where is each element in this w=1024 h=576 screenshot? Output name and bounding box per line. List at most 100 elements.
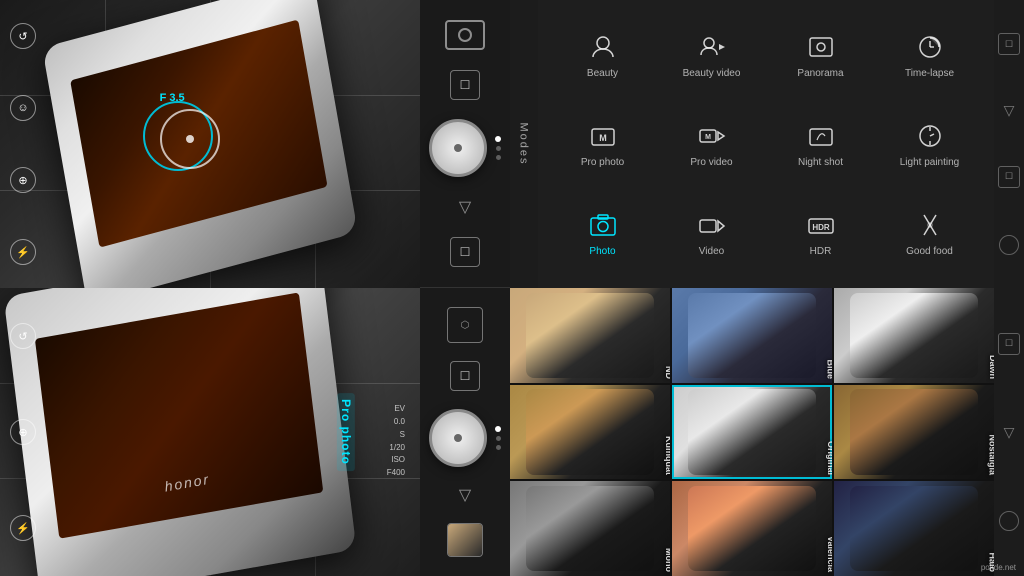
modes-label-bar: Modes — [510, 0, 538, 288]
exposure-info: EV 0.0 S 1/20 ISO F400 — [387, 403, 405, 480]
filter-blue[interactable]: Blue — [672, 288, 832, 383]
mode-beauty[interactable]: Beauty — [548, 10, 657, 99]
modes-grid: Beauty Beauty video Panorama — [538, 0, 994, 288]
iso-label: ISO — [387, 454, 405, 467]
middle-bottom: ⬡ ☐ ▽ — [420, 288, 510, 576]
filter-nostalgia-label: Nostalgia — [988, 435, 994, 476]
timelapse-label: Time-lapse — [905, 68, 954, 79]
filter-nostalgia[interactable]: Nostalgia — [834, 385, 994, 480]
modes-section: Modes Beauty Beauty video — [510, 0, 1024, 288]
triangle-nav-bottom[interactable]: ▽ — [459, 485, 471, 505]
photo-label: Photo — [589, 246, 615, 257]
watermark: pokde.net — [981, 563, 1016, 572]
filter-dawn[interactable]: Dawn — [834, 288, 994, 383]
iso-value: F400 — [387, 467, 405, 480]
modes-right-controls: ☐ ▽ ☐ — [994, 0, 1024, 288]
mode-pro-video[interactable]: M Pro video — [657, 99, 766, 188]
ev-label: EV — [387, 403, 405, 416]
beauty-icon — [587, 31, 619, 63]
filter-icon[interactable]: ⊕ — [10, 419, 36, 445]
main-container: F 3.5 ↺ ☺ ⊕ ⚡ honor — [0, 0, 1024, 576]
middle-panel: ☐ ▽ ☐ ⬡ ☐ — [420, 0, 510, 576]
video-label: Video — [699, 246, 724, 257]
filter-original-label: Original — [826, 441, 832, 475]
mode-timelapse[interactable]: Time-lapse — [875, 10, 984, 99]
filter-kumquat[interactable]: Kumquat — [510, 385, 670, 480]
circle-ctrl[interactable] — [999, 235, 1019, 255]
flash-icon[interactable]: ⚡ — [10, 239, 36, 265]
filters-right-controls: ☐ ▽ — [994, 288, 1024, 576]
filter-blue-label: Blue — [826, 359, 832, 379]
switch-cam-icon[interactable]: ⬡ — [447, 307, 483, 343]
beauty-video-label: Beauty video — [683, 68, 741, 79]
circle-ctrl-bottom[interactable] — [999, 511, 1019, 531]
hdr-icon: HDR — [805, 209, 837, 241]
mode-light-painting[interactable]: Light painting — [875, 99, 984, 188]
filter-valencia[interactable]: Valencia — [672, 481, 832, 576]
pro-video-label: Pro video — [690, 157, 732, 168]
pro-photo-label-mode: Pro photo — [581, 157, 624, 168]
face-icon[interactable]: ☺ — [10, 95, 36, 121]
night-shot-icon — [805, 120, 837, 152]
triangle-nav-top[interactable]: ▽ — [459, 197, 471, 217]
pro-photo-icon: M — [587, 120, 619, 152]
left-icons-top: ↺ ☺ ⊕ ⚡ — [8, 0, 38, 288]
triangle-right-top[interactable]: ▽ — [1004, 102, 1015, 119]
filter-halo[interactable]: Halo — [834, 481, 994, 576]
hdr-label: HDR — [810, 246, 832, 257]
left-icons-bottom: ↺ ⊕ ⚡ — [8, 288, 38, 576]
filter-nd[interactable]: ND — [510, 288, 670, 383]
light-painting-label: Light painting — [900, 157, 960, 168]
mode-photo[interactable]: Photo — [548, 189, 657, 278]
mode-beauty-video[interactable]: Beauty video — [657, 10, 766, 99]
modes-label: Modes — [518, 122, 530, 165]
s-value: 1/20 — [387, 442, 405, 455]
mode-dots-2 — [495, 426, 501, 450]
timelapse-icon — [914, 31, 946, 63]
square-ctrl-bottom[interactable]: ☐ — [450, 361, 480, 391]
viewfinder-bottom[interactable]: honor Pro photo EV 0.0 S 1/20 ISO F400 ↺… — [0, 288, 420, 576]
middle-top: ☐ ▽ ☐ — [420, 0, 510, 288]
camera-switch-icon[interactable] — [445, 20, 485, 50]
fstop-label: F 3.5 — [160, 92, 185, 104]
filter-kumquat-label: Kumquat — [664, 436, 670, 475]
mode-hdr[interactable]: HDR HDR — [766, 189, 875, 278]
thumbnail-btn[interactable] — [447, 523, 483, 557]
filter-dawn-label: Dawn — [988, 355, 994, 379]
square-ctrl-mid[interactable]: ☐ — [450, 237, 480, 267]
flip-icon[interactable]: ↺ — [10, 323, 36, 349]
phone-image-bottom: honor — [4, 288, 357, 576]
good-food-icon — [914, 209, 946, 241]
filter-mono-label: Mono — [664, 548, 670, 572]
filter-mono[interactable]: Mono — [510, 481, 670, 576]
square-ctrl-top[interactable]: ☐ — [450, 70, 480, 100]
focus-indicator — [160, 109, 220, 169]
shutter-button-2[interactable] — [429, 409, 487, 467]
viewfinder-top[interactable]: F 3.5 ↺ ☺ ⊕ ⚡ — [0, 0, 420, 288]
filter-ctrl-1[interactable]: ☐ — [998, 333, 1020, 355]
s-label: S — [387, 429, 405, 442]
left-panel: F 3.5 ↺ ☺ ⊕ ⚡ honor — [0, 0, 420, 576]
beauty-label: Beauty — [587, 68, 618, 79]
mode-panorama[interactable]: Panorama — [766, 10, 875, 99]
flash-icon-bottom[interactable]: ⚡ — [10, 515, 36, 541]
mode-night-shot[interactable]: Night shot — [766, 99, 875, 188]
mode-video[interactable]: Video — [657, 189, 766, 278]
light-painting-icon — [914, 120, 946, 152]
small-ctrl-1[interactable]: ☐ — [998, 33, 1020, 55]
triangle-right-bottom[interactable]: ▽ — [1004, 424, 1015, 441]
filter-grid: ND Blue Dawn Kumquat — [510, 288, 994, 576]
ev-value: 0.0 — [387, 416, 405, 429]
shutter-button[interactable] — [429, 119, 487, 177]
filter-original[interactable]: Original — [672, 385, 832, 480]
beauty-video-icon — [696, 31, 728, 63]
night-shot-label: Night shot — [798, 157, 843, 168]
mode-pro-photo[interactable]: M Pro photo — [548, 99, 657, 188]
small-ctrl-2[interactable]: ☐ — [998, 166, 1020, 188]
panorama-icon — [805, 31, 837, 63]
mode-good-food[interactable]: Good food — [875, 189, 984, 278]
filter-valencia-label: Valencia — [826, 536, 832, 572]
settings-icon[interactable]: ⊕ — [10, 167, 36, 193]
filters-section: ND Blue Dawn Kumquat — [510, 288, 1024, 576]
rotate-icon[interactable]: ↺ — [10, 23, 36, 49]
